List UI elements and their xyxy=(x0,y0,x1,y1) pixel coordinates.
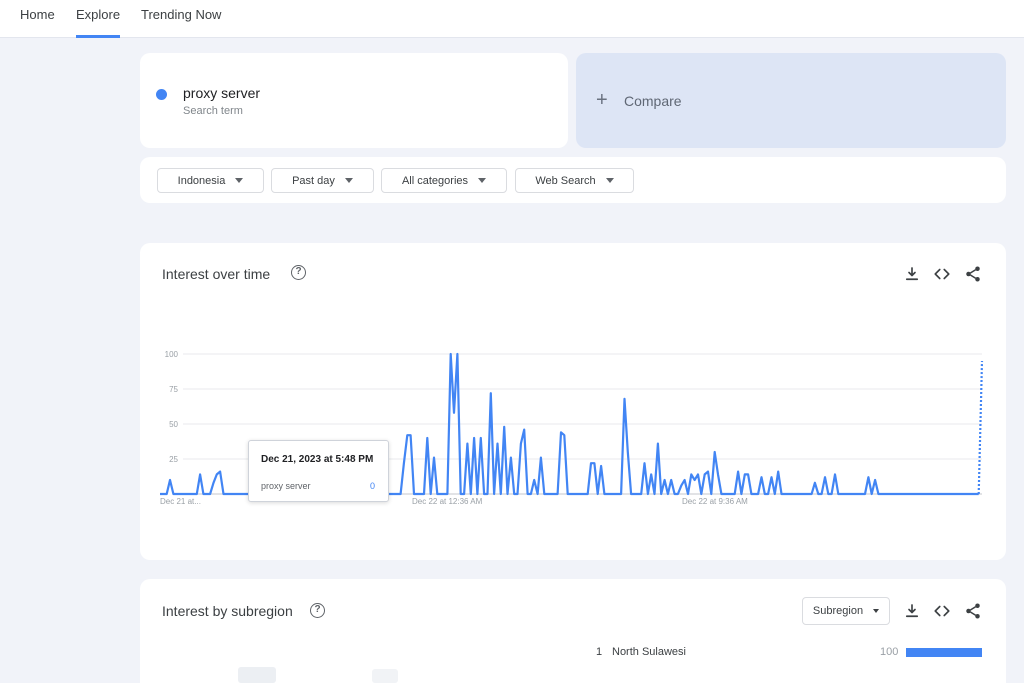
chart-tooltip: Dec 21, 2023 at 5:48 PM proxy server 0 xyxy=(248,440,389,502)
nav-tab-home[interactable]: Home xyxy=(20,0,55,38)
region-filter-dropdown[interactable]: Indonesia xyxy=(157,168,264,193)
interest-by-subregion-title: Interest by subregion xyxy=(162,603,293,619)
filter-bar: Indonesia Past day All categories Web Se… xyxy=(140,157,1006,203)
region-filter-label: Indonesia xyxy=(177,174,226,187)
compare-button[interactable]: + Compare xyxy=(576,53,1006,148)
download-icon[interactable] xyxy=(903,265,921,283)
tooltip-term: proxy server xyxy=(261,481,311,491)
x-tick-label: Dec 21 at... xyxy=(160,497,201,506)
help-icon[interactable]: ? xyxy=(310,603,325,618)
search-type-filter-label: Web Search xyxy=(535,174,596,187)
chevron-down-icon xyxy=(605,178,614,183)
embed-code-icon[interactable] xyxy=(933,602,951,620)
subregion-resolution-dropdown[interactable]: Subregion xyxy=(802,597,890,625)
chevron-down-icon xyxy=(344,178,353,183)
interest-over-time-title: Interest over time xyxy=(162,266,271,282)
subregion-resolution-label: Subregion xyxy=(812,605,864,617)
tooltip-value: 0 xyxy=(369,481,375,491)
interest-over-time-chart[interactable]: 25 50 75 100 Dec 21 at... Dec 22 at 12:36 AM D… xyxy=(140,243,1006,560)
embed-code-icon[interactable] xyxy=(933,265,951,283)
search-term-subtitle: Search term xyxy=(183,105,243,117)
time-filter-label: Past day xyxy=(292,174,335,187)
nav-tab-trending-now[interactable]: Trending Now xyxy=(141,0,221,38)
compare-label: Compare xyxy=(624,93,682,109)
nav-tab-explore[interactable]: Explore xyxy=(76,0,121,38)
chevron-down-icon xyxy=(478,178,487,183)
interest-over-time-card: 25 50 75 100 Dec 21 at... Dec 22 at 12:36 AM D… xyxy=(140,243,1006,560)
subregion-name: North Sulawesi xyxy=(612,646,686,658)
search-term-card[interactable]: proxy server Search term xyxy=(140,53,568,148)
x-tick-label: Dec 22 at 9:36 AM xyxy=(682,497,748,506)
chevron-down-icon xyxy=(873,609,880,613)
x-tick-label: Dec 22 at 12:36 AM xyxy=(412,497,483,506)
y-tick-label: 25 xyxy=(169,455,178,464)
search-type-filter-dropdown[interactable]: Web Search xyxy=(515,168,634,193)
series-line-partial xyxy=(977,360,984,495)
subregion-row[interactable]: 1 North Sulawesi 100 xyxy=(584,641,984,663)
term-color-dot xyxy=(156,89,167,100)
top-navigation: Home Explore Trending Now xyxy=(0,0,1024,38)
chevron-down-icon xyxy=(235,178,244,183)
download-icon[interactable] xyxy=(903,602,921,620)
share-icon[interactable] xyxy=(964,265,982,283)
time-filter-dropdown[interactable]: Past day xyxy=(271,168,374,193)
search-term-text[interactable]: proxy server xyxy=(183,85,260,101)
share-icon[interactable] xyxy=(964,602,982,620)
category-filter-dropdown[interactable]: All categories xyxy=(381,168,507,193)
tooltip-date: Dec 21, 2023 at 5:48 PM xyxy=(261,454,374,465)
subregion-map-island xyxy=(372,669,398,683)
plus-icon: + xyxy=(596,89,608,111)
y-tick-label: 100 xyxy=(165,350,179,359)
subregion-value-bar xyxy=(906,648,982,657)
subregion-rank: 1 xyxy=(596,646,603,658)
subregion-map[interactable] xyxy=(238,667,276,683)
y-tick-label: 75 xyxy=(169,385,178,394)
interest-by-subregion-card: Interest by subregion ? Subregion 1 Nort… xyxy=(140,579,1006,683)
y-tick-label: 50 xyxy=(169,420,178,429)
category-filter-label: All categories xyxy=(401,174,469,187)
help-icon[interactable]: ? xyxy=(291,265,306,280)
subregion-value: 100 xyxy=(880,646,899,658)
